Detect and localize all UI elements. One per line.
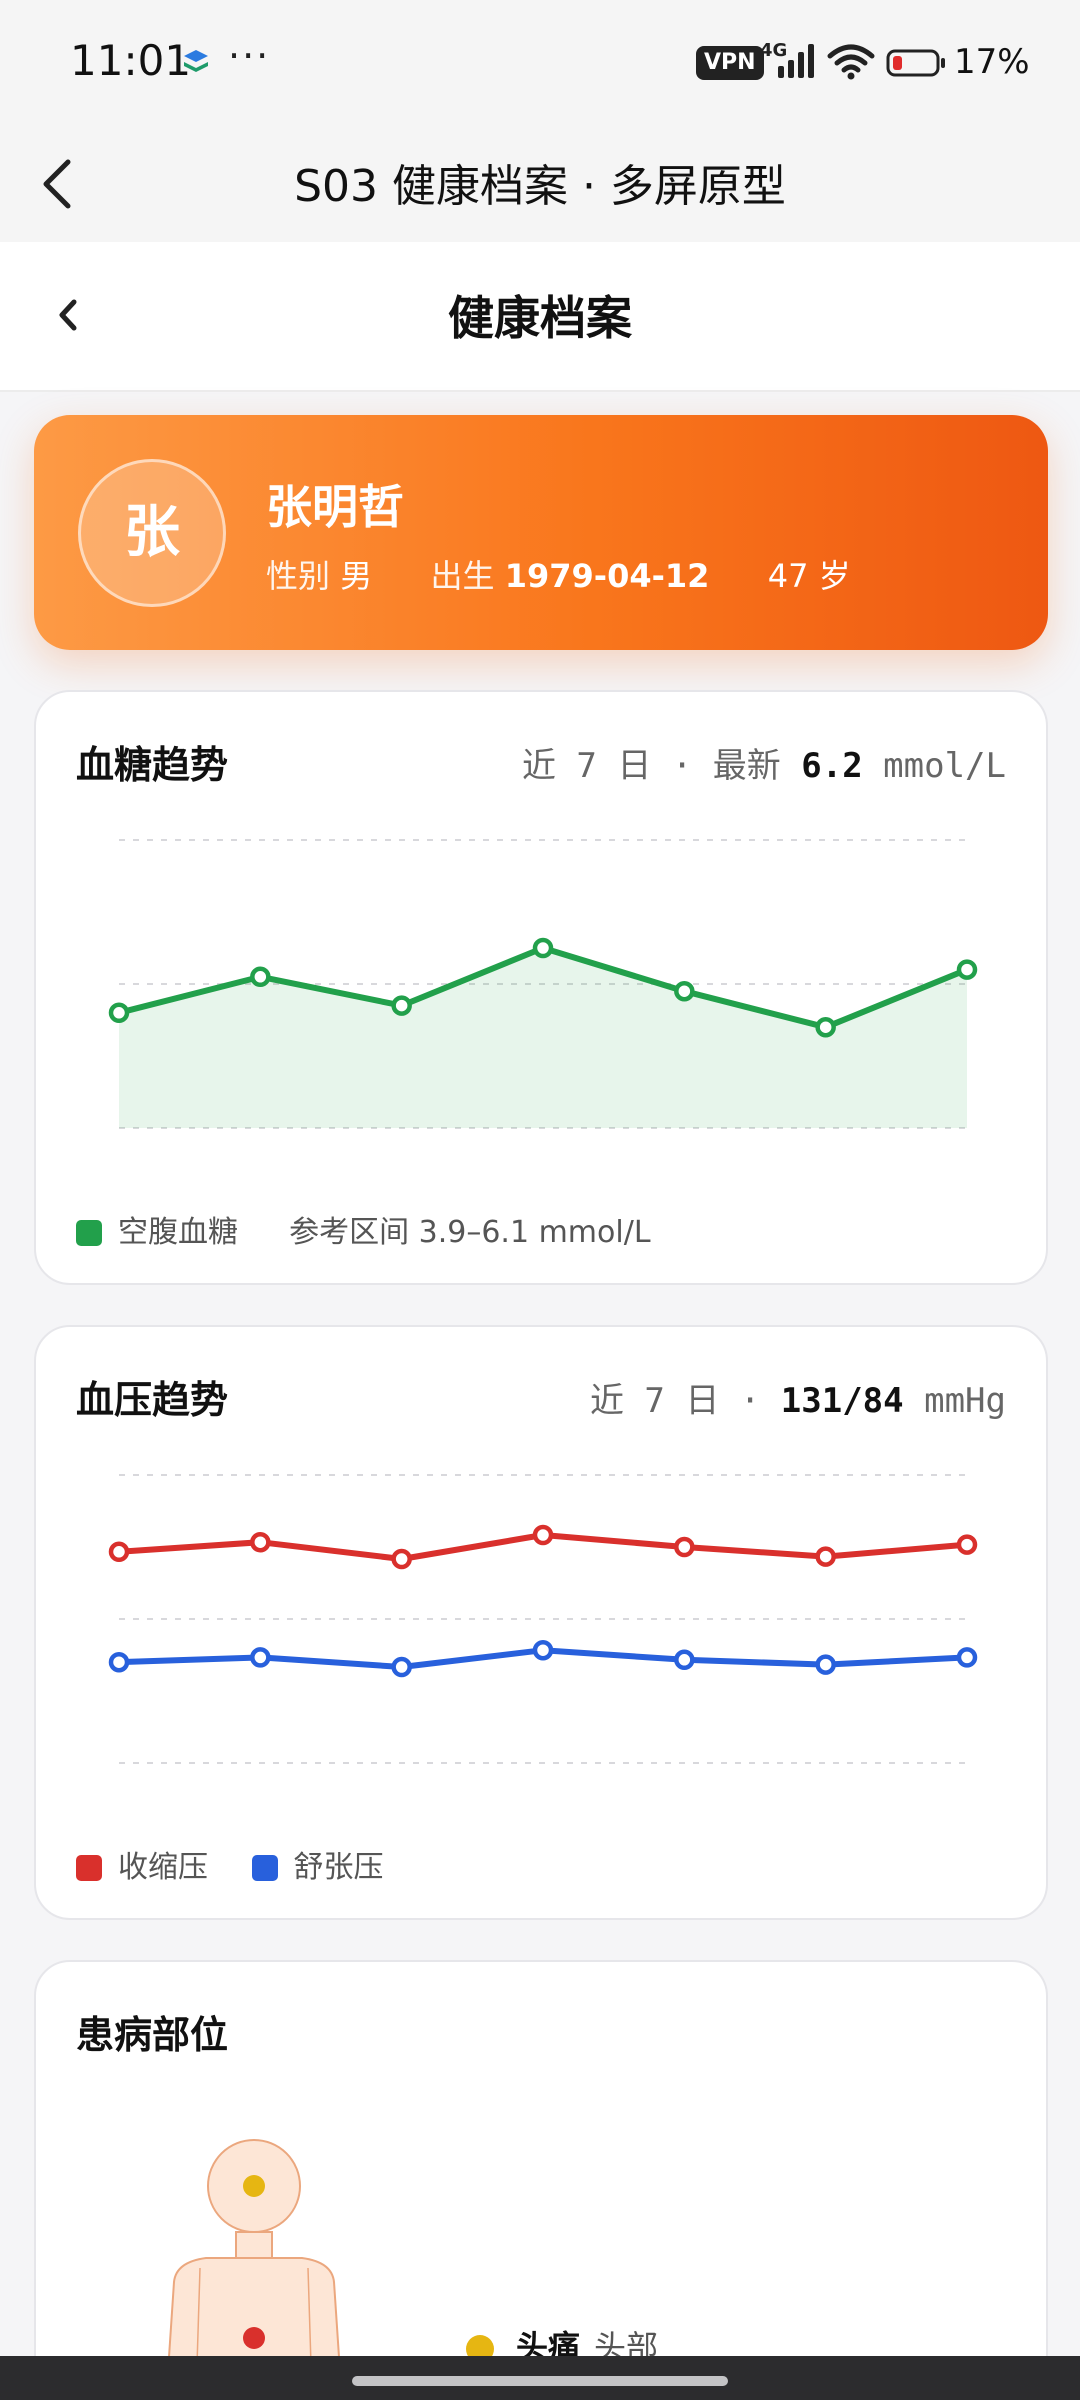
outer-page-title: S03 健康档案 · 多屏原型: [294, 161, 786, 212]
systolic-label: 收缩压: [118, 1850, 208, 1885]
data-point[interactable]: [532, 1524, 554, 1546]
data-point[interactable]: [956, 1534, 978, 1555]
series-area: [119, 948, 967, 1128]
page-title: 健康档案: [448, 291, 632, 345]
data-point[interactable]: [108, 1651, 130, 1673]
glucose-card-title: 血糖趋势: [76, 743, 229, 787]
diastolic-swatch: [251, 1855, 278, 1881]
marker-torso[interactable]: [243, 2327, 265, 2349]
patient-info: 性别 男 出生 1979-04-12 47 岁: [266, 551, 851, 597]
outer-header: S03 健康档案 · 多屏原型: [0, 120, 1080, 242]
data-point[interactable]: [391, 1656, 412, 1678]
data-point[interactable]: [391, 1548, 412, 1570]
glucose-range-text: 近 7 日 · 最新: [521, 746, 781, 786]
signal-icon: [778, 44, 814, 78]
data-point[interactable]: [250, 966, 271, 988]
bp-range-text: 近 7 日 ·: [589, 1381, 761, 1421]
battery-level: 17%: [954, 42, 1030, 82]
diastolic-label: 舒张压: [293, 1850, 384, 1885]
data-point[interactable]: [815, 1654, 836, 1675]
marker-head[interactable]: [243, 2175, 265, 2197]
glucose-legend-label: 空腹血糖: [118, 1215, 238, 1250]
wifi-icon: [827, 44, 875, 80]
gender-value: 男: [340, 557, 373, 595]
data-point[interactable]: [108, 1002, 130, 1024]
status-bar: 11:01 ··· VPN 4G 17%: [0, 0, 1080, 120]
glucose-chart: [108, 839, 978, 1129]
vpn-badge: VPN: [696, 46, 764, 80]
data-point[interactable]: [956, 959, 978, 980]
data-point[interactable]: [674, 980, 695, 1002]
battery-icon: [886, 49, 945, 77]
glucose-legend-swatch: [76, 1220, 102, 1246]
data-point[interactable]: [956, 1647, 978, 1668]
systolic-swatch: [76, 1855, 102, 1881]
app-notification-icon: [184, 50, 208, 72]
birth-label: 出生: [430, 557, 495, 595]
system-nav-bar: [0, 2356, 1080, 2400]
blood-pressure-chart: [108, 1474, 978, 1764]
bp-card-title: 血压趋势: [76, 1378, 229, 1422]
gender-label: 性别: [266, 557, 331, 595]
bp-card-meta: 近 7 日 · 131/84 mmHg: [590, 1373, 1006, 1422]
profile-card[interactable]: 张 张明哲 性别 男 出生 1979-04-12 47 岁: [34, 415, 1048, 650]
legend-diastolic: 舒张压: [251, 1842, 384, 1886]
glucose-trend-card[interactable]: 血糖趋势 近 7 日 · 最新 6.2 mmol/L 空腹血糖 参考区间 3.9…: [34, 690, 1048, 1285]
data-point[interactable]: [674, 1649, 695, 1671]
data-point[interactable]: [250, 1647, 271, 1668]
body-card-title: 患病部位: [76, 2013, 229, 2057]
data-point[interactable]: [532, 1639, 554, 1661]
bp-unit: mmHg: [924, 1381, 1006, 1421]
glucose-card-meta: 近 7 日 · 最新 6.2 mmol/L: [522, 738, 1006, 787]
more-notifications-icon: ···: [228, 34, 271, 78]
data-point[interactable]: [391, 995, 412, 1016]
patient-name: 张明哲: [266, 480, 404, 534]
inner-header: 健康档案: [0, 242, 1080, 392]
glucose-reference-range: 参考区间 3.9–6.1 mmol/L: [289, 1215, 651, 1250]
affected-areas-card[interactable]: 患病部位 头痛 头部: [34, 1960, 1048, 2400]
glucose-unit: mmol/L: [883, 746, 1006, 786]
avatar: 张: [78, 459, 226, 607]
age-value: 47 岁: [767, 557, 851, 595]
glucose-legend: 空腹血糖 参考区间 3.9–6.1 mmol/L: [76, 1207, 651, 1251]
blood-pressure-trend-card[interactable]: 血压趋势 近 7 日 · 131/84 mmHg 收缩压 舒张压: [34, 1325, 1048, 1920]
data-point[interactable]: [815, 1016, 836, 1038]
body-figure-icon: [165, 2139, 343, 2400]
data-point[interactable]: [815, 1546, 836, 1567]
legend-systolic: 收缩压: [76, 1842, 208, 1886]
glucose-latest-value: 6.2: [801, 746, 863, 786]
data-point[interactable]: [250, 1531, 271, 1553]
bp-latest-value: 131/84: [780, 1381, 904, 1421]
birth-date: 1979-04-12: [504, 557, 710, 595]
data-point[interactable]: [108, 1541, 130, 1563]
bp-legend: 收缩压 舒张压: [76, 1842, 418, 1886]
status-time: 11:01: [70, 36, 192, 85]
home-gesture-handle[interactable]: [352, 2376, 728, 2386]
data-point[interactable]: [532, 937, 554, 959]
data-point[interactable]: [674, 1536, 695, 1558]
